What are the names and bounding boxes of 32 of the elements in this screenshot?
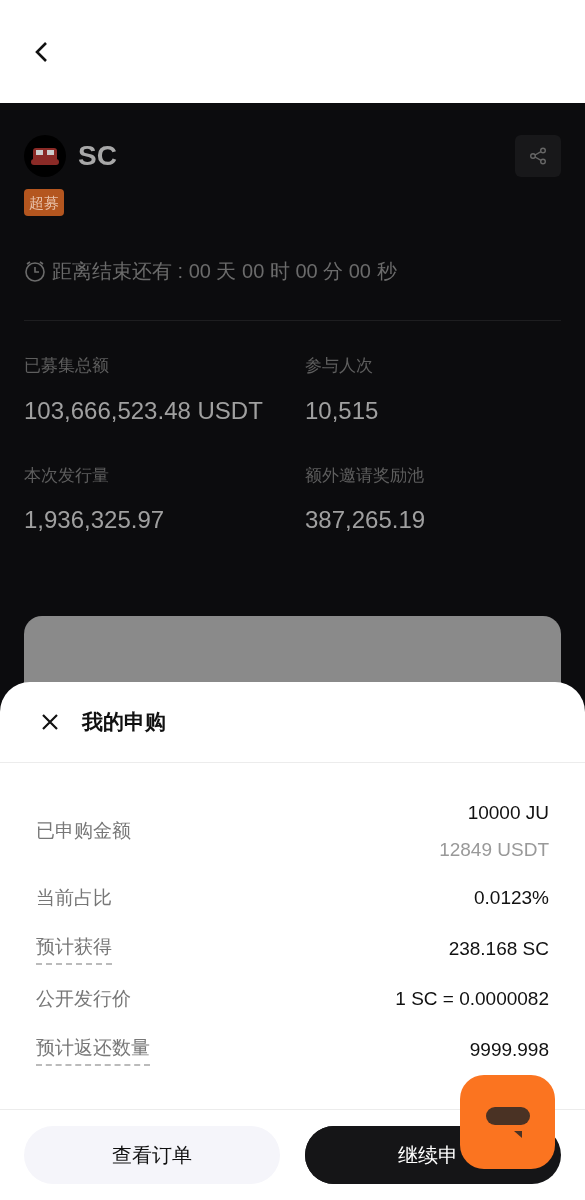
row-value: 10000 JU: [467, 801, 549, 825]
row-value: 1 SC = 0.0000082: [395, 987, 549, 1011]
stat-value: 1,936,325.97: [24, 505, 166, 535]
row-value: 238.168 SC: [448, 936, 549, 961]
row-value: 12849 USDT: [439, 837, 549, 862]
row-label: 预计返还数量: [36, 1033, 150, 1066]
status-badge: 超募: [24, 189, 64, 216]
close-icon[interactable]: [40, 712, 60, 732]
row-label: 预计获得: [36, 932, 112, 965]
stat-value: 10,515: [305, 395, 380, 426]
chat-button[interactable]: [460, 1075, 555, 1169]
back-icon[interactable]: [34, 40, 50, 63]
chat-bubble-icon: [485, 1105, 530, 1139]
stat-value: 103,666,523.48 USDT: [24, 395, 264, 426]
share-icon: [529, 147, 547, 165]
stat-label: 额外邀请奖励池: [305, 464, 425, 487]
token-symbol: SC: [78, 139, 117, 173]
stat-label: 本次发行量: [24, 464, 110, 487]
countdown-text: 距离结束还有 : 00 天 00 时 00 分 00 秒: [52, 259, 397, 284]
stat-label: 参与人次: [305, 355, 374, 377]
stat-label: 已募集总额: [24, 355, 110, 377]
row-label: 已申购金额: [36, 819, 131, 844]
row-value: 9999.998: [469, 1037, 549, 1062]
clock-icon: [24, 260, 46, 282]
row-value: 0.0123%: [474, 886, 549, 910]
row-label: 公开发行价: [36, 987, 131, 1011]
sheet-title: 我的申购: [82, 709, 166, 736]
token-logo-icon: [24, 135, 66, 177]
share-button[interactable]: [515, 135, 561, 177]
row-label: 当前占比: [36, 886, 112, 910]
stat-value: 387,265.19: [305, 505, 427, 535]
view-orders-button[interactable]: 查看订单: [24, 1126, 280, 1184]
